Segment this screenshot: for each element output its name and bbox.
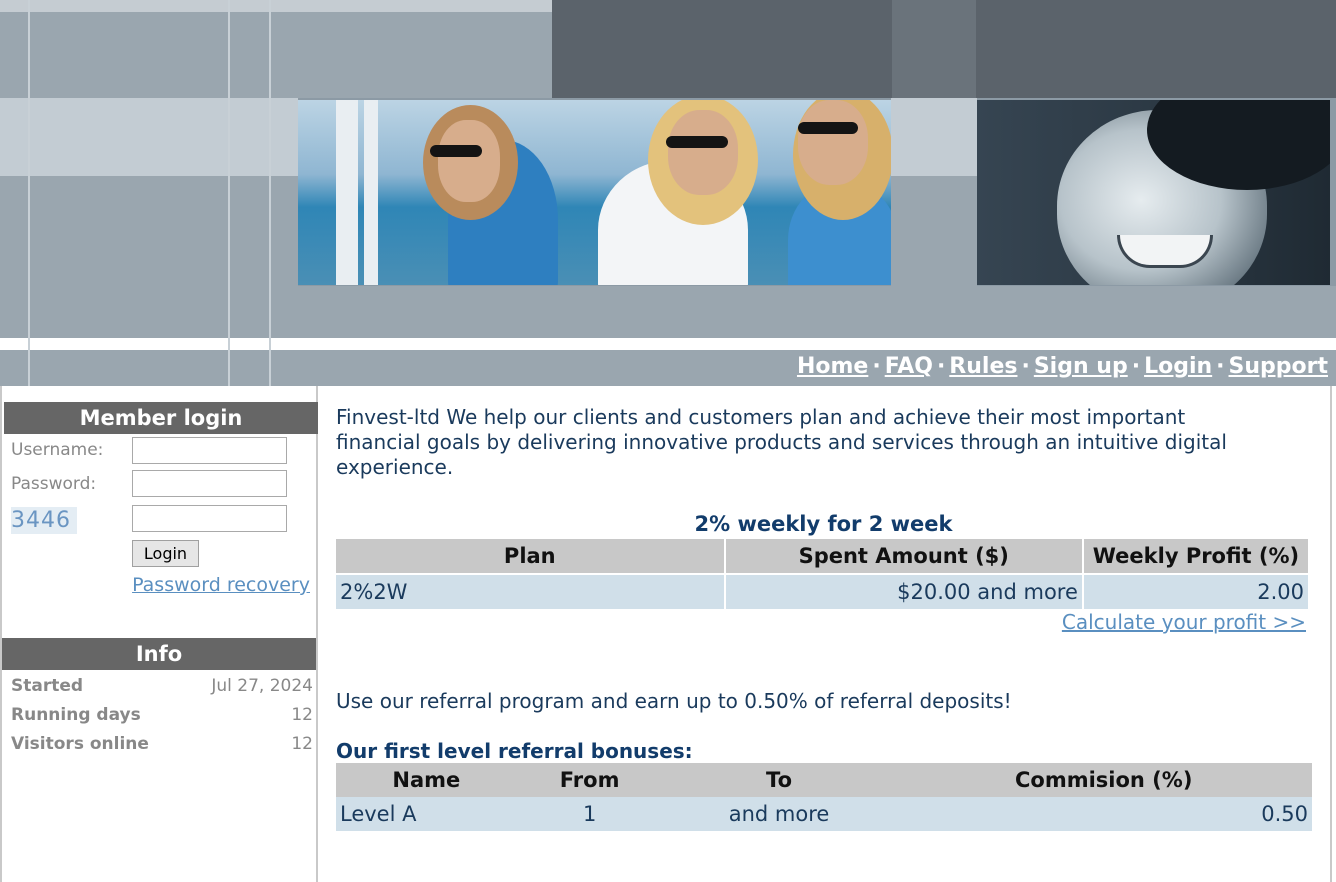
banner-line	[269, 0, 271, 386]
username-input[interactable]	[132, 437, 287, 464]
mast-shape	[336, 100, 358, 285]
banner-line	[228, 0, 230, 386]
nav-separator: ·	[936, 354, 946, 379]
nav-signup-link[interactable]: Sign up	[1034, 354, 1128, 379]
table-header: To	[662, 763, 896, 797]
info-value: 12	[291, 705, 313, 725]
captcha-image: 3446	[11, 507, 77, 534]
nav-separator: ·	[872, 354, 881, 379]
nav-login-link[interactable]: Login	[1144, 354, 1212, 379]
info-value: Jul 27, 2024	[211, 676, 313, 696]
referral-text: Use our referral program and earn up to …	[336, 689, 1012, 713]
nav-faq-link[interactable]: FAQ	[885, 354, 933, 379]
sunglasses-shape	[798, 122, 858, 134]
face-shape	[668, 110, 738, 195]
face-shape	[438, 120, 500, 202]
table-cell: Level A	[336, 797, 517, 831]
banner-block	[891, 98, 977, 176]
banner-block	[0, 286, 1336, 338]
calculate-profit-link[interactable]: Calculate your profit >>	[1062, 610, 1306, 634]
table-header: Commision (%)	[895, 763, 1312, 797]
username-label: Username:	[11, 440, 104, 460]
table-header: Name	[336, 763, 517, 797]
intro-text: Finvest-ltd We help our clients and cust…	[336, 405, 1227, 479]
info-value: 12	[291, 734, 313, 754]
referral-title: Our first level referral bonuses:	[336, 739, 693, 763]
page-border	[1330, 386, 1332, 882]
table-header: Spent Amount ($)	[724, 539, 1084, 574]
nav-home-link[interactable]: Home	[797, 354, 868, 379]
header-banner: Home · FAQ · Rules · Sign up · Login · Support	[0, 0, 1336, 386]
banner-photo-man	[977, 100, 1330, 285]
table-row: Level A 1 and more 0.50	[336, 797, 1312, 831]
info-label: Running days	[11, 705, 141, 725]
captcha-input[interactable]	[132, 505, 287, 532]
table-header: Plan	[336, 539, 726, 574]
info-label: Visitors online	[11, 734, 149, 754]
top-nav: Home · FAQ · Rules · Sign up · Login · Support	[797, 352, 1328, 382]
referral-table: Name From To Commision (%) Level A 1 and…	[336, 763, 1312, 831]
sunglasses-shape	[666, 136, 728, 148]
password-input[interactable]	[132, 470, 287, 497]
table-header-row: Name From To Commision (%)	[336, 763, 1312, 797]
table-cell: 1	[516, 797, 663, 831]
member-login-title: Member login	[4, 402, 318, 434]
table-cell: 2.00	[1082, 573, 1308, 609]
table-header-row: Plan Spent Amount ($) Weekly Profit (%)	[336, 539, 1308, 574]
banner-block	[0, 176, 298, 286]
login-button[interactable]: Login	[132, 540, 199, 567]
banner-block	[976, 0, 1336, 98]
table-cell: 2%2W	[336, 573, 726, 609]
table-cell: $20.00 and more	[724, 573, 1084, 609]
info-label: Started	[11, 676, 84, 696]
banner-block	[552, 0, 892, 98]
table-row: 2%2W $20.00 and more 2.00	[336, 573, 1308, 609]
info-row-running-days: Running days 12	[11, 705, 313, 725]
info-title: Info	[2, 638, 316, 670]
info-row-visitors-online: Visitors online 12	[11, 734, 313, 754]
password-label: Password:	[11, 474, 97, 494]
table-header: Weekly Profit (%)	[1082, 539, 1308, 574]
nav-support-link[interactable]: Support	[1229, 354, 1328, 379]
nav-separator: ·	[1021, 354, 1030, 379]
info-row-started: Started Jul 27, 2024	[11, 676, 313, 696]
banner-stripe	[0, 338, 1336, 350]
banner-line	[28, 0, 30, 386]
password-recovery-link[interactable]: Password recovery	[132, 574, 310, 596]
nav-rules-link[interactable]: Rules	[949, 354, 1017, 379]
face-shape	[798, 100, 868, 185]
nav-separator: ·	[1131, 354, 1141, 379]
sunglasses-shape	[430, 145, 482, 157]
plan-table: Plan Spent Amount ($) Weekly Profit (%) …	[336, 539, 1308, 609]
banner-photo-women	[298, 100, 891, 285]
nav-separator: ·	[1216, 354, 1225, 379]
mast-shape	[364, 100, 378, 285]
table-header: From	[516, 763, 663, 797]
banner-block	[0, 0, 552, 12]
banner-block	[892, 0, 976, 98]
banner-block	[0, 98, 298, 176]
plan-title: 2% weekly for 2 week	[694, 512, 953, 536]
table-cell: and more	[662, 797, 896, 831]
table-cell: 0.50	[895, 797, 1312, 831]
banner-block	[891, 176, 977, 286]
banner-block	[0, 12, 552, 98]
main-content: Finvest-ltd We help our clients and cust…	[336, 405, 1312, 831]
